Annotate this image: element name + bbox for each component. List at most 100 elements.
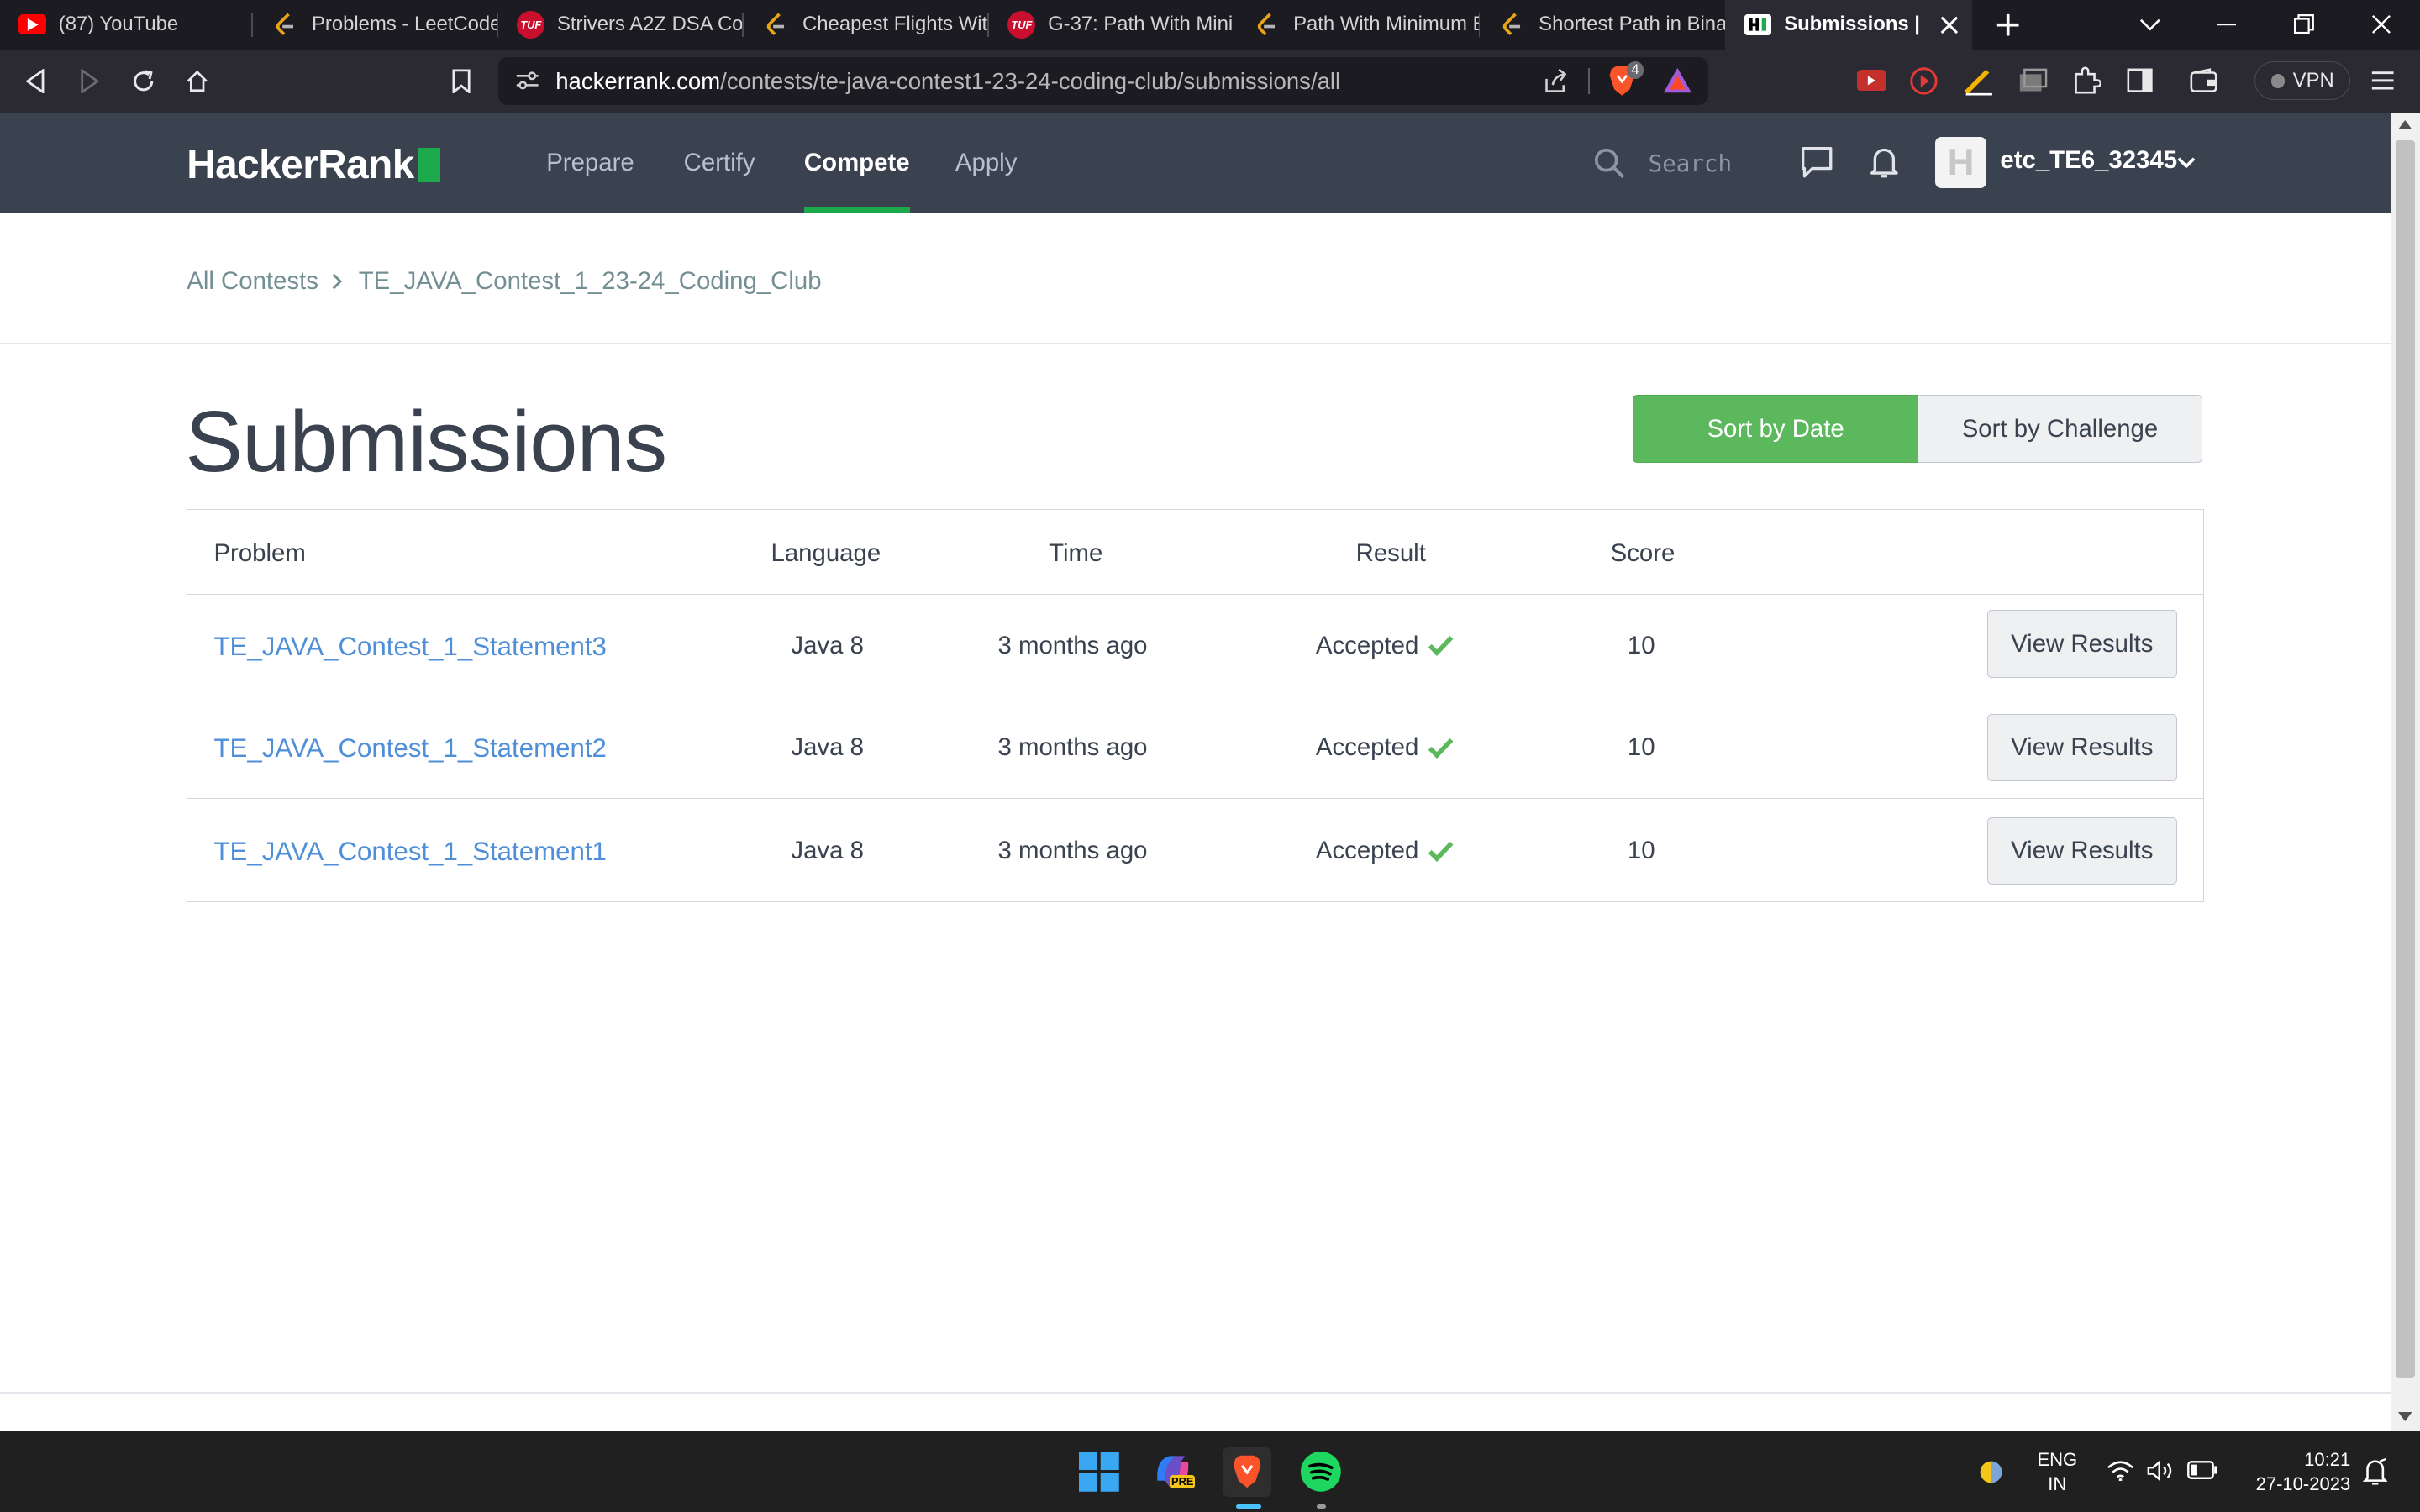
messages-icon[interactable]: [1800, 145, 1833, 179]
table-row: TE_JAVA_Contest_1_Statement1 Java 8 3 mo…: [187, 799, 2203, 900]
browser-tab[interactable]: Cheapest Flights Within K Stops: [744, 0, 989, 50]
nav-certify[interactable]: Certify: [684, 113, 755, 213]
browser-tab-title: G-37: Path With Minimum Effort: [1048, 13, 1234, 36]
check-icon: [1428, 635, 1454, 657]
breadcrumb-contest[interactable]: TE_JAVA_Contest_1_23-24_Coding_Club: [359, 267, 822, 296]
url-text: hackerrank.com/contests/te-java-contest1…: [555, 67, 1341, 94]
site-settings-icon[interactable]: [515, 70, 539, 92]
restore-window-icon[interactable]: [2269, 0, 2339, 50]
new-tab-icon[interactable]: [1986, 0, 2029, 50]
battery-icon[interactable]: [2186, 1461, 2218, 1480]
logo-square-icon: [418, 148, 440, 182]
view-results-button[interactable]: View Results: [1986, 610, 2177, 679]
sort-by-challenge-button[interactable]: Sort by Challenge: [1918, 395, 2202, 463]
vpn-button[interactable]: VPN: [2254, 61, 2351, 101]
clock[interactable]: 10:21 27-10-2023: [2233, 1447, 2351, 1497]
takeuforward-icon: TUF: [1007, 10, 1036, 39]
close-tab-icon[interactable]: [1939, 14, 1960, 36]
scroll-down-arrow-icon[interactable]: [2398, 1411, 2412, 1421]
score-cell: 10: [1627, 837, 1655, 865]
view-results-button[interactable]: View Results: [1986, 713, 2177, 782]
column-header-score: Score: [1610, 539, 1676, 567]
shields-count-badge: 4: [1626, 61, 1644, 79]
notification-center-icon[interactable]: [2362, 1457, 2388, 1486]
windows-start-icon[interactable]: [1074, 1447, 1123, 1497]
reload-icon[interactable]: [118, 50, 170, 113]
score-cell: 10: [1627, 632, 1655, 660]
browser-tab[interactable]: Problems - LeetCode: [253, 0, 498, 50]
problem-link[interactable]: TE_JAVA_Contest_1_Statement2: [213, 733, 606, 764]
problem-link[interactable]: TE_JAVA_Contest_1_Statement1: [213, 837, 606, 867]
browser-tab[interactable]: Path With Minimum Effort: [1234, 0, 1480, 50]
avatar[interactable]: H: [1935, 137, 1986, 189]
copilot-icon[interactable]: PRE: [1149, 1447, 1198, 1497]
nav-prepare[interactable]: Prepare: [546, 113, 634, 213]
breadcrumb-divider: [0, 342, 2391, 344]
spotify-running-dot: [1316, 1504, 1326, 1509]
time-cell: 3 months ago: [997, 632, 1148, 660]
result-cell: Accepted: [1316, 632, 1455, 660]
weather-icon[interactable]: [1977, 1458, 2005, 1486]
view-results-button[interactable]: View Results: [1986, 816, 2177, 885]
breadcrumb-all-contests[interactable]: All Contests: [187, 267, 318, 296]
breadcrumb: All Contests TE_JAVA_Contest_1_23-24_Cod…: [187, 267, 821, 296]
column-header-language: Language: [771, 539, 881, 567]
minimize-window-icon[interactable]: [2191, 0, 2262, 50]
hackerrank-logo[interactable]: HackerRank: [187, 142, 440, 188]
screenshot-extension-icon[interactable]: [2018, 68, 2048, 94]
youtube-extension-icon[interactable]: [1856, 69, 1886, 92]
spotify-icon[interactable]: [1297, 1447, 1346, 1497]
page-scrollbar[interactable]: [2391, 113, 2420, 1432]
pen-extension-icon[interactable]: [1963, 68, 1994, 96]
extensions-puzzle-icon[interactable]: [2071, 66, 2101, 96]
clock-date: 27-10-2023: [2255, 1473, 2351, 1495]
wifi-icon[interactable]: [2107, 1460, 2134, 1482]
browser-tab-title: (87) YouTube: [58, 13, 179, 36]
volume-icon[interactable]: [2147, 1459, 2173, 1482]
browser-tab-strip: (87) YouTube Problems - LeetCode TUF Str…: [0, 0, 2420, 50]
browser-toolbar: hackerrank.com/contests/te-java-contest1…: [0, 49, 2420, 113]
language-indicator[interactable]: ENG IN: [2031, 1447, 2083, 1497]
browser-tab[interactable]: TUF G-37: Path With Minimum Effort: [989, 0, 1234, 50]
score-cell: 10: [1627, 733, 1655, 762]
browser-tab-title: Cheapest Flights Within K Stops: [802, 13, 989, 36]
browser-tab[interactable]: Shortest Path in Binary Matrix: [1480, 0, 1725, 50]
close-window-icon[interactable]: [2346, 0, 2417, 50]
sort-by-date-button[interactable]: Sort by Date: [1633, 395, 1918, 463]
windows-taskbar: PRE ENG IN 10:21 27-10-2023: [0, 1431, 2420, 1512]
tab-list-chevron-icon[interactable]: [2114, 0, 2185, 50]
time-cell: 3 months ago: [997, 837, 1148, 865]
forward-icon: [63, 50, 115, 113]
home-icon[interactable]: [171, 50, 224, 113]
browser-tab[interactable]: TUF Strivers A2Z DSA Course: [498, 0, 744, 50]
language-cell: Java 8: [791, 733, 864, 762]
wallet-icon[interactable]: [2190, 68, 2217, 92]
browser-tab-active[interactable]: Submissions | HackerRank: [1725, 0, 1973, 50]
notifications-bell-icon[interactable]: [1869, 145, 1900, 179]
hackerrank-icon: [1744, 11, 1771, 39]
search-icon[interactable]: [1594, 148, 1625, 179]
user-menu-chevron-down-icon[interactable]: [2176, 156, 2196, 171]
check-icon: [1428, 841, 1454, 863]
submissions-table: Problem Language Time Result Score TE_JA…: [187, 509, 2204, 903]
address-bar[interactable]: hackerrank.com/contests/te-java-contest1…: [498, 56, 1709, 105]
username[interactable]: etc_TE6_32345: [2000, 146, 2177, 175]
table-row: TE_JAVA_Contest_1_Statement3 Java 8 3 mo…: [187, 595, 2203, 697]
share-icon[interactable]: [1542, 68, 1568, 94]
bookmark-icon[interactable]: [435, 50, 487, 113]
brave-browser-taskbar-icon[interactable]: [1222, 1446, 1272, 1497]
browser-tab-title: Shortest Path in Binary Matrix: [1539, 13, 1725, 36]
sidebar-toggle-icon[interactable]: [2127, 68, 2153, 92]
problem-link[interactable]: TE_JAVA_Contest_1_Statement3: [213, 632, 606, 662]
search-input[interactable]: [1633, 143, 1787, 184]
nav-apply[interactable]: Apply: [955, 113, 1017, 213]
scrollbar-thumb[interactable]: [2395, 140, 2416, 1378]
nav-compete[interactable]: Compete: [803, 113, 911, 213]
scroll-up-arrow-icon[interactable]: [2398, 120, 2412, 130]
brave-rewards-icon[interactable]: [1662, 66, 1693, 94]
media-player-extension-icon[interactable]: [1909, 66, 1939, 96]
menu-icon[interactable]: [2370, 70, 2395, 92]
back-icon[interactable]: [9, 50, 61, 113]
browser-tab[interactable]: (87) YouTube: [0, 0, 254, 50]
language-cell: Java 8: [791, 837, 864, 865]
